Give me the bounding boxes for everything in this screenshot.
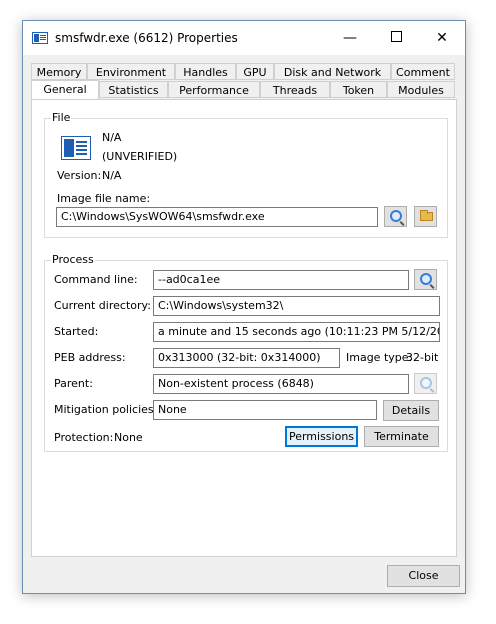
tab-disk-and-network[interactable]: Disk and Network xyxy=(274,63,391,80)
parent-label: Parent: xyxy=(54,377,93,390)
started-label: Started: xyxy=(54,325,99,338)
protection-label: Protection: xyxy=(54,431,114,444)
window-title: smsfwdr.exe (6612) Properties xyxy=(55,31,238,45)
current-directory-field[interactable]: C:\Windows\system32\ xyxy=(153,296,440,316)
mitigation-policies-field[interactable]: None xyxy=(153,400,377,420)
file-name-value: N/A xyxy=(102,131,122,144)
magnifier-icon xyxy=(420,377,432,389)
protection-value: None xyxy=(114,431,143,444)
inspect-image-file-button[interactable] xyxy=(384,206,407,227)
properties-window: smsfwdr.exe (6612) Properties — ✕ Memory… xyxy=(22,20,466,594)
maximize-button[interactable] xyxy=(373,21,419,55)
close-button[interactable]: Close xyxy=(387,565,460,587)
folder-icon xyxy=(420,210,433,221)
tab-handles[interactable]: Handles xyxy=(175,63,236,80)
title-bar[interactable]: smsfwdr.exe (6612) Properties — ✕ xyxy=(23,21,465,55)
tab-environment[interactable]: Environment xyxy=(87,63,175,80)
tab-statistics[interactable]: Statistics xyxy=(99,81,168,98)
tab-modules[interactable]: Modules xyxy=(387,81,455,98)
image-file-name-label: Image file name: xyxy=(57,192,151,205)
parent-field[interactable]: Non-existent process (6848) xyxy=(153,374,409,394)
file-verification-status: (UNVERIFIED) xyxy=(102,150,178,163)
process-group-label: Process xyxy=(51,253,95,266)
tab-gpu[interactable]: GPU xyxy=(236,63,274,80)
tab-threads[interactable]: Threads xyxy=(260,81,330,98)
minimize-button[interactable]: — xyxy=(327,21,373,55)
current-directory-label: Current directory: xyxy=(54,299,151,312)
tab-token[interactable]: Token xyxy=(330,81,387,98)
magnifier-icon xyxy=(420,273,432,285)
peb-address-field[interactable]: 0x313000 (32-bit: 0x314000) xyxy=(153,348,340,368)
magnifier-icon xyxy=(390,210,402,222)
tab-comment[interactable]: Comment xyxy=(391,63,455,80)
started-field[interactable]: a minute and 15 seconds ago (10:11:23 PM… xyxy=(153,322,440,342)
general-tab-panel: File N/A (UNVERIFIED) Version: N/A Image… xyxy=(31,99,457,557)
file-group: File N/A (UNVERIFIED) Version: N/A Image… xyxy=(44,111,448,238)
tab-memory[interactable]: Memory xyxy=(31,63,87,80)
command-line-label: Command line: xyxy=(54,273,138,286)
close-window-button[interactable]: ✕ xyxy=(419,21,465,55)
version-value: N/A xyxy=(102,169,122,182)
open-file-location-button[interactable] xyxy=(414,206,437,227)
peb-address-label: PEB address: xyxy=(54,351,126,364)
permissions-button[interactable]: Permissions xyxy=(285,426,358,447)
inspect-parent-button[interactable] xyxy=(414,373,437,394)
command-line-field[interactable]: --ad0ca1ee xyxy=(153,270,409,290)
image-type-value: 32-bit xyxy=(406,351,439,364)
mitigation-policies-label: Mitigation policies: xyxy=(54,403,158,416)
tab-strip: Memory Environment Handles GPU Disk and … xyxy=(31,63,455,99)
tab-general[interactable]: General xyxy=(31,80,99,99)
details-button[interactable]: Details xyxy=(383,400,439,421)
terminate-button[interactable]: Terminate xyxy=(364,426,439,447)
file-executable-icon xyxy=(61,136,91,160)
maximize-icon xyxy=(390,31,402,42)
image-file-name-field[interactable]: C:\Windows\SysWOW64\smsfwdr.exe xyxy=(56,207,378,227)
tab-performance[interactable]: Performance xyxy=(168,81,260,98)
process-group: Process Command line: --ad0ca1ee Current… xyxy=(44,253,448,452)
window-app-icon xyxy=(32,32,48,44)
file-group-label: File xyxy=(51,111,72,124)
inspect-command-line-button[interactable] xyxy=(414,269,437,290)
version-label: Version: xyxy=(57,169,102,182)
image-type-label: Image type: xyxy=(346,351,413,364)
